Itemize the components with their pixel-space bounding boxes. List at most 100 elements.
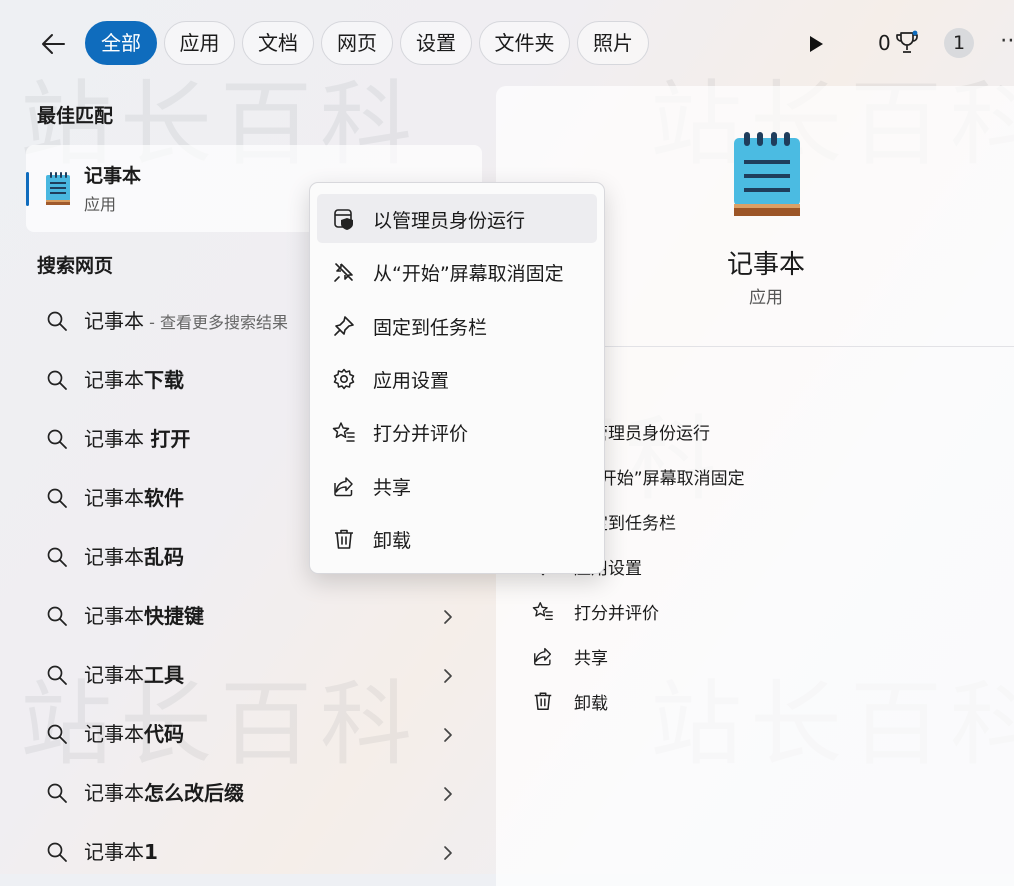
- context-menu-label: 应用设置: [373, 369, 450, 392]
- query-suggestion: 下载: [144, 368, 184, 392]
- query-prefix: 记事本: [84, 545, 144, 569]
- query-suggestion: 软件: [144, 486, 184, 510]
- query-prefix: 记事本: [84, 486, 144, 510]
- context-menu-label: 固定到任务栏: [373, 316, 488, 339]
- preview-action-item[interactable]: 共享: [532, 639, 932, 673]
- tab-photos[interactable]: 照片: [577, 21, 649, 65]
- web-search-text: 记事本 - 查看更多搜索结果: [84, 308, 288, 336]
- shield-admin-icon: [334, 209, 353, 230]
- web-search-text: 记事本代码: [84, 721, 184, 747]
- web-search-text: 记事本1: [84, 839, 158, 865]
- web-search-text: 记事本软件: [84, 485, 184, 511]
- play-icon[interactable]: [806, 33, 826, 55]
- search-icon: [47, 311, 67, 331]
- more-results-hint: - 查看更多搜索结果: [144, 313, 288, 332]
- query-suggestion: 快捷键: [144, 604, 204, 628]
- chevron-right-icon[interactable]: [442, 784, 454, 804]
- points-count: 0: [878, 31, 891, 55]
- query-suggestion: 怎么改后缀: [144, 781, 244, 805]
- pin-icon: [334, 315, 354, 336]
- app-type: 应用: [84, 195, 117, 214]
- search-icon: [47, 783, 67, 803]
- tab-settings[interactable]: 设置: [400, 21, 472, 65]
- gear-icon: [333, 368, 355, 390]
- web-search-text: 记事本快捷键: [84, 603, 204, 629]
- preview-action-label: 卸载: [574, 694, 608, 714]
- search-icon: [47, 370, 67, 390]
- web-search-result[interactable]: 记事本怎么改后缀: [26, 768, 482, 820]
- preview-action-label: 打分并评价: [574, 604, 659, 624]
- context-menu-item[interactable]: 固定到任务栏: [317, 301, 597, 350]
- query-suggestion: 代码: [144, 722, 184, 746]
- web-search-heading: 搜索网页: [37, 255, 114, 277]
- share-icon: [534, 647, 552, 666]
- query-prefix: 记事本: [84, 722, 144, 746]
- context-menu-item[interactable]: 共享: [317, 461, 597, 510]
- preview-action-label: 共享: [574, 649, 608, 669]
- preview-action-item[interactable]: 打分并评价: [532, 594, 932, 628]
- avatar[interactable]: 1: [944, 28, 974, 58]
- notepad-icon: [46, 172, 70, 205]
- search-icon: [47, 665, 67, 685]
- tab-apps[interactable]: 应用: [164, 21, 235, 65]
- query-suggestion: 工具: [144, 663, 184, 687]
- search-icon: [47, 842, 67, 862]
- top-bar: 全部 应用 文档 网页 设置 文件夹 照片 0 1 ⋯: [0, 0, 1014, 86]
- context-menu-label: 以管理员身份运行: [373, 210, 526, 232]
- trophy-icon[interactable]: [895, 30, 919, 56]
- context-menu-item[interactable]: 应用设置: [317, 354, 597, 403]
- web-search-text: 记事本乱码: [84, 544, 184, 570]
- context-menu-label: 从“开始”屏幕取消固定: [373, 263, 564, 286]
- tab-web[interactable]: 网页: [321, 21, 393, 65]
- query-prefix: 记事本: [84, 781, 144, 805]
- chevron-right-icon[interactable]: [442, 843, 454, 863]
- context-menu-item[interactable]: 以管理员身份运行: [317, 194, 597, 243]
- chevron-right-icon[interactable]: [442, 607, 454, 627]
- web-search-result[interactable]: 记事本代码: [26, 709, 482, 761]
- web-search-result[interactable]: 记事本快捷键: [26, 591, 482, 643]
- query-suggestion: 乱码: [144, 545, 184, 569]
- web-search-text: 记事本怎么改后缀: [84, 780, 244, 806]
- query-suggestion: 1: [144, 840, 158, 864]
- chevron-right-icon[interactable]: [442, 725, 454, 745]
- query-prefix: 记事本: [84, 368, 144, 392]
- unpin-icon: [334, 263, 353, 283]
- web-search-result[interactable]: 记事本工具: [26, 650, 482, 702]
- tab-all[interactable]: 全部: [85, 21, 157, 65]
- star-rate-icon: [332, 422, 355, 442]
- notepad-icon: [734, 132, 800, 216]
- context-menu-item[interactable]: 打分并评价: [317, 407, 597, 456]
- share-icon: [334, 476, 353, 496]
- search-icon: [47, 724, 67, 744]
- search-icon: [47, 547, 67, 567]
- search-icon: [47, 429, 67, 449]
- web-search-result[interactable]: 记事本1: [26, 827, 482, 879]
- web-search-text: 记事本工具: [84, 662, 184, 688]
- context-menu-label: 打分并评价: [373, 423, 469, 446]
- context-menu-label: 卸载: [373, 529, 412, 552]
- selection-indicator: [26, 172, 29, 206]
- context-menu: 以管理员身份运行从“开始”屏幕取消固定 固定到任务栏 应用设置打分并评价共享卸载: [309, 182, 605, 574]
- trash-icon: [534, 692, 552, 710]
- query-prefix: 记事本: [84, 309, 144, 333]
- preview-action-item[interactable]: 卸载: [532, 684, 932, 718]
- web-search-text: 记事本 打开: [84, 426, 190, 452]
- trash-icon: [335, 529, 353, 549]
- tab-folders[interactable]: 文件夹: [479, 21, 570, 65]
- context-menu-item[interactable]: 卸载: [317, 514, 597, 563]
- app-name: 记事本: [84, 165, 142, 187]
- query-prefix: 记事本: [84, 427, 151, 451]
- search-icon: [47, 606, 67, 626]
- search-icon: [47, 488, 67, 508]
- web-search-text: 记事本下载: [84, 367, 184, 393]
- context-menu-label: 共享: [373, 476, 412, 499]
- query-prefix: 记事本: [84, 604, 144, 628]
- star-rate-icon: [532, 602, 553, 620]
- arrow-left-icon[interactable]: [38, 28, 70, 60]
- tab-documents[interactable]: 文档: [242, 21, 314, 65]
- context-menu-item[interactable]: 从“开始”屏幕取消固定: [317, 247, 597, 296]
- query-suggestion: 打开: [150, 427, 191, 451]
- best-match-heading: 最佳匹配: [37, 105, 114, 127]
- chevron-right-icon[interactable]: [442, 666, 454, 686]
- more-icon[interactable]: ⋯: [1000, 28, 1014, 53]
